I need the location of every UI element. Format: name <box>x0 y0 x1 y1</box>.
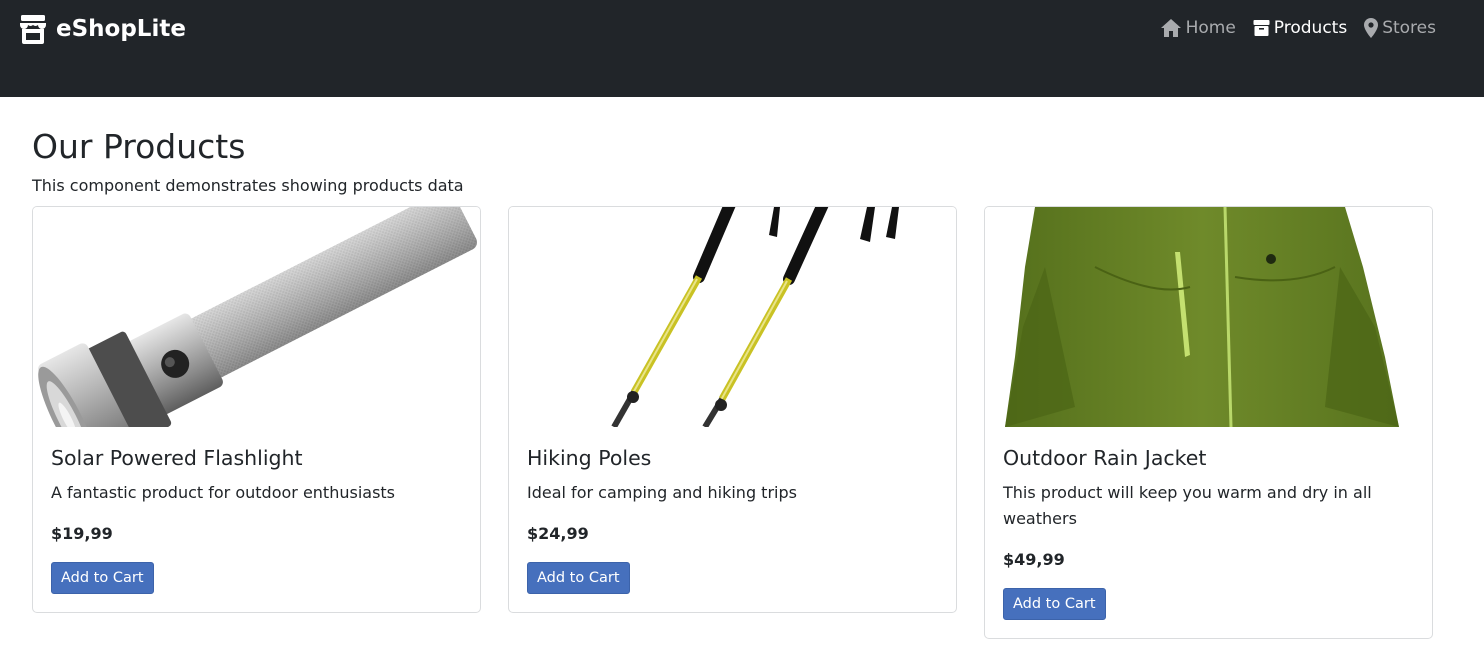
product-price: $19,99 <box>51 524 113 543</box>
product-name: Solar Powered Flashlight <box>51 446 303 470</box>
brand-name: eShopLite <box>56 16 186 42</box>
add-to-cart-button[interactable]: Add to Cart <box>51 562 154 594</box>
home-icon <box>1160 19 1181 37</box>
nav-products-label: Products <box>1273 18 1348 38</box>
nav-home[interactable]: Home <box>1160 18 1236 38</box>
product-price: $49,99 <box>1003 550 1065 569</box>
add-to-cart-button[interactable]: Add to Cart <box>1003 588 1106 620</box>
nav-home-label: Home <box>1185 18 1236 38</box>
nav-stores[interactable]: Stores <box>1364 18 1436 38</box>
product-description: Ideal for camping and hiking trips <box>527 483 797 502</box>
products-box-icon <box>1253 20 1270 36</box>
product-card-body: Solar Powered Flashlight A fantastic pro… <box>33 427 480 612</box>
brand-link[interactable]: eShopLite <box>19 14 186 44</box>
page-subtitle: This component demonstrates showing prod… <box>32 176 464 195</box>
product-name: Hiking Poles <box>527 446 652 470</box>
flashlight-image <box>38 207 477 427</box>
shop-icon <box>20 15 46 44</box>
add-to-cart-button[interactable]: Add to Cart <box>527 562 630 594</box>
nav-stores-label: Stores <box>1382 18 1436 38</box>
product-description: This product will keep you warm and dry … <box>1003 483 1372 528</box>
product-card-body: Hiking Poles Ideal for camping and hikin… <box>509 427 956 612</box>
product-price: $24,99 <box>527 524 589 543</box>
location-pin-icon <box>1364 18 1379 38</box>
product-name: Outdoor Rain Jacket <box>1003 446 1207 470</box>
product-card: Solar Powered Flashlight A fantastic pro… <box>32 206 481 613</box>
product-card: Hiking Poles Ideal for camping and hikin… <box>508 206 957 613</box>
top-navbar: eShopLite Home Products Stores <box>0 0 1484 97</box>
nav-products[interactable]: Products <box>1253 18 1347 38</box>
page-title: Our Products <box>32 127 246 166</box>
product-image-flashlight <box>33 207 480 427</box>
product-image-rain-jacket <box>985 207 1432 427</box>
main-content: Our Products This component demonstrates… <box>0 127 1484 639</box>
product-card-body: Outdoor Rain Jacket This product will ke… <box>985 427 1432 638</box>
hiking-poles-image <box>611 207 899 427</box>
product-list: Solar Powered Flashlight A fantastic pro… <box>32 206 1452 639</box>
product-description: A fantastic product for outdoor enthusia… <box>51 483 396 502</box>
product-image-hiking-poles <box>509 207 956 427</box>
nav-links: Home Products Stores <box>1160 18 1436 38</box>
product-card: Outdoor Rain Jacket This product will ke… <box>984 206 1433 639</box>
rain-jacket-image <box>1005 207 1399 427</box>
